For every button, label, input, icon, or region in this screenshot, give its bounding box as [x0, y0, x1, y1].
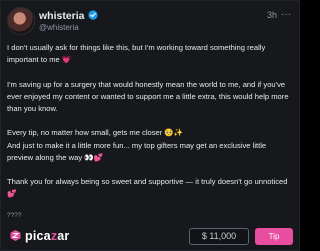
post-body: I don't usually ask for things like this…: [7, 42, 293, 201]
brand-name-prefix: pica: [25, 229, 51, 243]
post-paragraph: Thank you for always being so sweet and …: [7, 177, 288, 199]
picazar-logo-icon: [10, 230, 21, 241]
trailing-text: ????: [7, 212, 22, 219]
post-footer: picazar $ 11,000 Tip: [1, 224, 299, 250]
tip-amount-field[interactable]: $ 11,000: [189, 228, 249, 245]
post-paragraph: And just to make it a little more fun...…: [7, 140, 267, 162]
post-header: whisteria @whisteria 3h ···: [7, 7, 291, 41]
brand-logo[interactable]: picazar: [9, 229, 69, 243]
avatar[interactable]: [7, 7, 35, 35]
post-paragraph: Every tip, no matter how small, gets me …: [7, 128, 184, 138]
tip-button[interactable]: Tip: [255, 228, 293, 245]
brand-name-suffix: ar: [57, 229, 70, 243]
post-timestamp: 3h: [266, 10, 277, 20]
author-handle[interactable]: @whisteria: [39, 23, 79, 32]
post-paragraph: I don't usually ask for things like this…: [7, 43, 266, 65]
post-card: whisteria @whisteria 3h ··· I don't usua…: [0, 0, 300, 251]
verified-badge-icon: [88, 10, 98, 20]
post-paragraph: I'm saving up for a surgery that would h…: [7, 79, 289, 113]
author-name[interactable]: whisteria: [39, 10, 85, 22]
more-options-icon[interactable]: ···: [281, 9, 291, 20]
